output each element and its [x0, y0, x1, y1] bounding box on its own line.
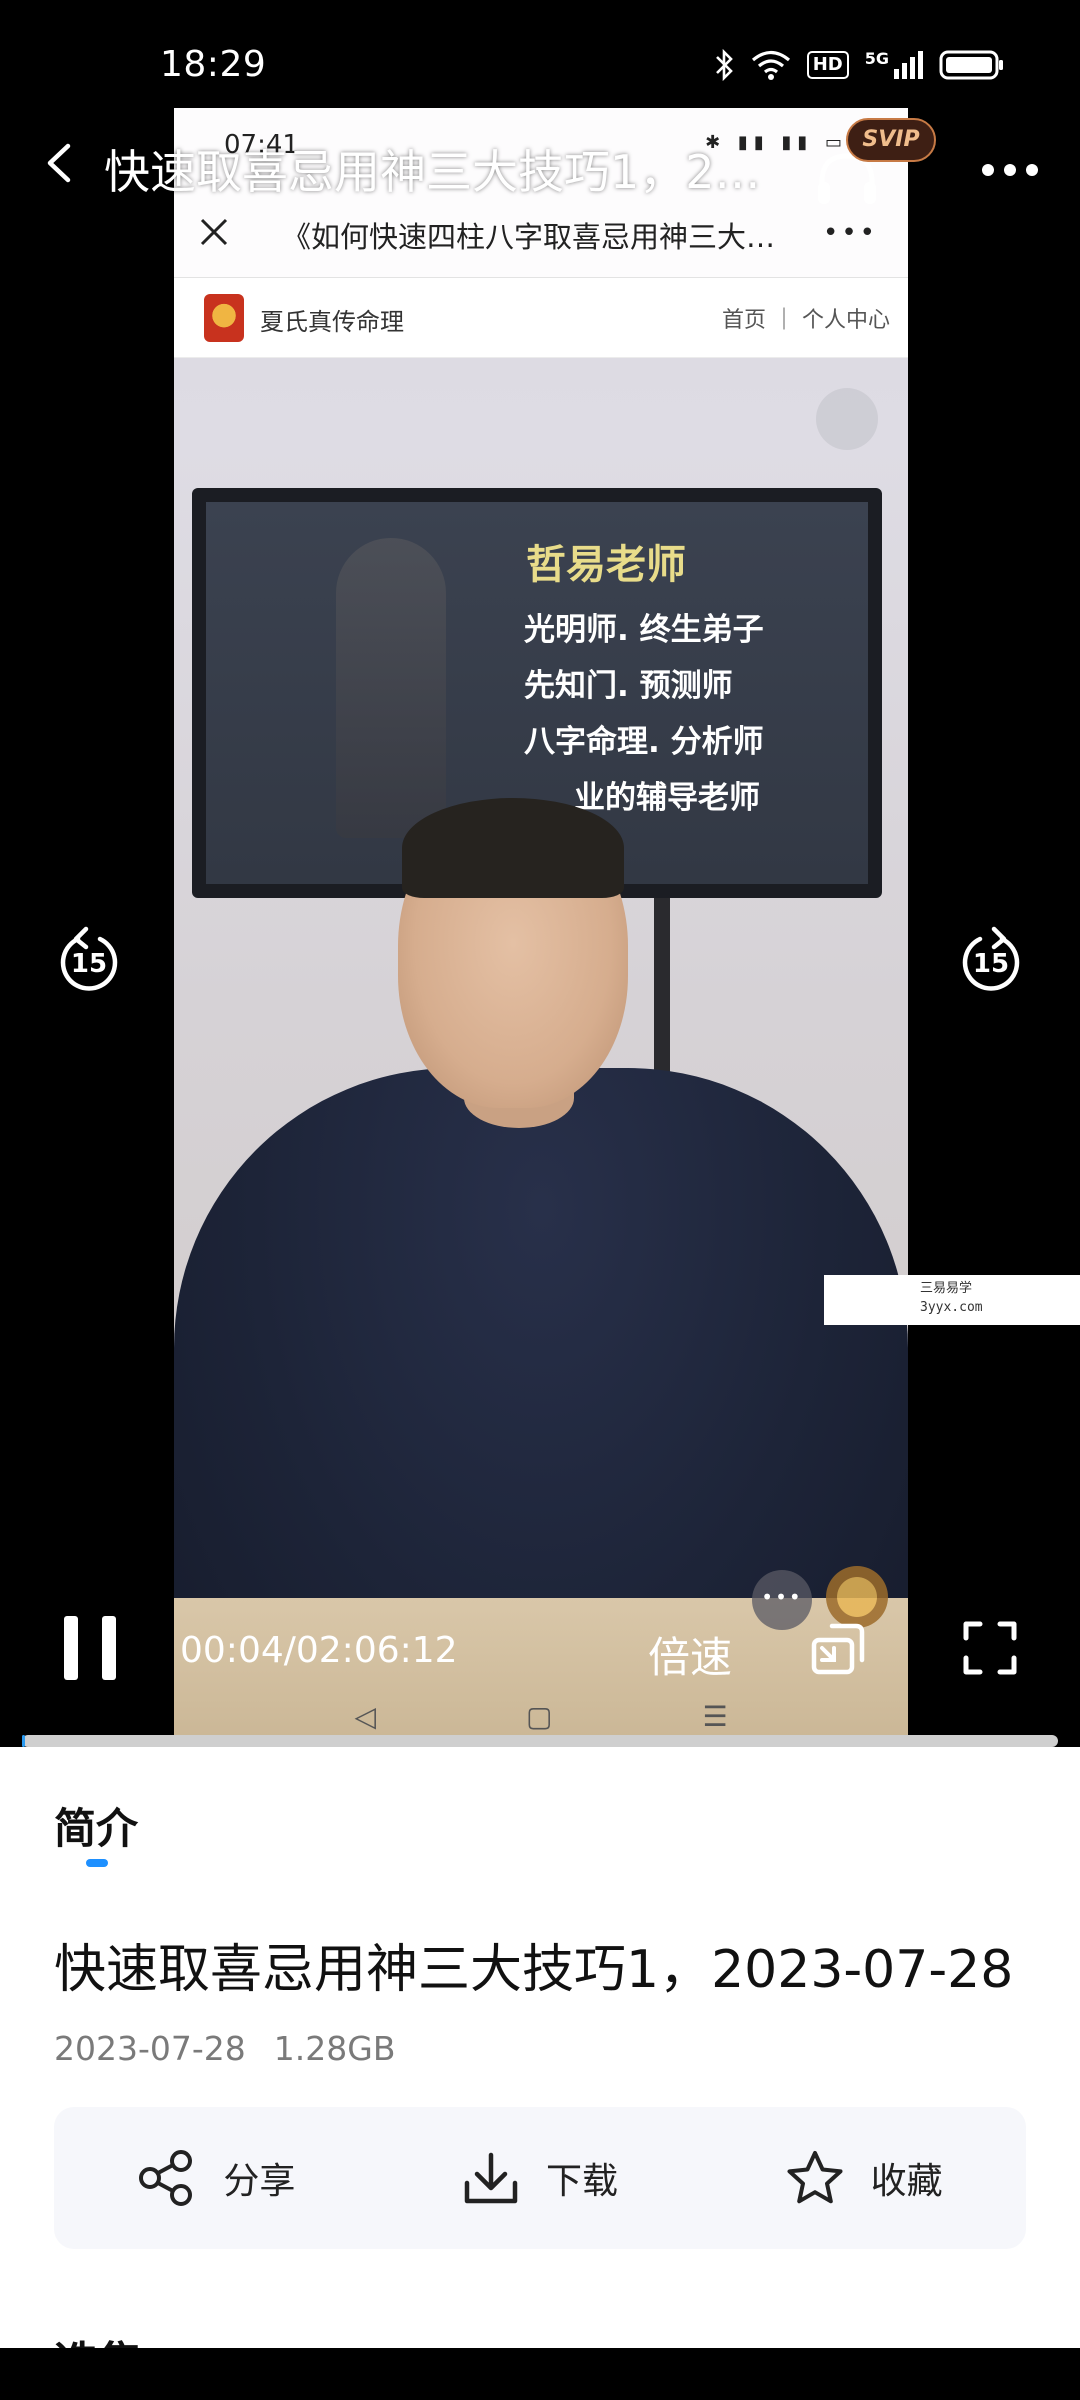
progress-fill — [22, 1735, 26, 1747]
more-options-icon[interactable] — [980, 162, 1040, 178]
monitor-line: 先知门. 预测师 — [524, 668, 733, 704]
download-button[interactable]: 下载 — [462, 2149, 618, 2207]
forward-15-button[interactable]: 15 — [958, 925, 1024, 995]
star-icon — [787, 2151, 843, 2204]
video-title: 快速取喜忌用神三大技巧1，2023-07-28 — [54, 1940, 1014, 2000]
video-player-screen: 18:29 HD 5G 07:41 ✱ ▮▮ ▮▮ ▭ 《如何快速四柱八字取喜忌… — [0, 0, 1080, 2400]
video-frame[interactable]: 07:41 ✱ ▮▮ ▮▮ ▭ 《如何快速四柱八字取喜忌用神三大… ••• 夏氏… — [174, 108, 908, 1745]
watermark: 三易易学 3yyx.com — [824, 1275, 1080, 1325]
recorded-refresh-icon — [816, 388, 878, 450]
time-readout: 00:04/02:06:12 — [180, 1630, 458, 1671]
video-size: 1.28GB — [273, 2029, 396, 2068]
svip-badge[interactable]: SVIP — [846, 118, 936, 162]
hd-badge: HD — [806, 51, 849, 79]
battery-icon — [939, 50, 1003, 80]
favorite-button[interactable]: 收藏 — [785, 2149, 943, 2207]
favorite-label: 收藏 — [870, 2161, 943, 2202]
video-date: 2023-07-28 — [54, 2029, 246, 2068]
playback-speed-button[interactable]: 倍速 — [648, 1624, 732, 1685]
picture-in-picture-icon[interactable] — [810, 1620, 868, 1678]
player-title: 快速取喜忌用神三大技巧1，2… — [104, 145, 761, 199]
recorded-site-logo — [204, 294, 244, 342]
status-icons: HD 5G — [713, 48, 1005, 82]
fullscreen-icon[interactable] — [962, 1620, 1018, 1676]
share-label: 分享 — [223, 2161, 296, 2202]
network-5g-icon: 5G — [865, 51, 923, 79]
download-icon — [464, 2152, 518, 2204]
presenter-hair — [402, 798, 624, 898]
monitor-person-image — [336, 538, 446, 838]
monitor-line: 业的辅导老师 — [574, 780, 760, 816]
status-time: 18:29 — [160, 44, 267, 85]
monitor-title: 哲易老师 — [526, 542, 686, 588]
share-icon — [139, 2150, 193, 2206]
monitor-line: 八字命理. 分析师 — [524, 724, 764, 760]
player-top-bar: 快速取喜忌用神三大技巧1，2… SVIP — [0, 100, 1080, 240]
recorded-site-name: 夏氏真传命理 — [260, 308, 404, 336]
tab-active-indicator — [86, 1859, 108, 1867]
bluetooth-icon — [715, 48, 733, 82]
monitor-line: 光明师. 终生弟子 — [524, 612, 764, 648]
forward-seconds: 15 — [972, 949, 1010, 979]
pause-icon[interactable] — [60, 1612, 120, 1684]
progress-bar[interactable] — [22, 1735, 1058, 1747]
back-arrow-icon[interactable] — [40, 140, 80, 186]
recorded-site-links: 首页 ｜ 个人中心 — [722, 308, 890, 333]
action-bar: 分享 下载 收藏 — [54, 2107, 1026, 2249]
bottom-edge — [0, 2348, 1080, 2400]
share-button[interactable]: 分享 — [137, 2149, 295, 2207]
recorded-site-bar: 夏氏真传命理 首页 ｜ 个人中心 — [174, 278, 908, 358]
player-controls: 00:04/02:06:12 倍速 — [0, 1600, 1080, 1710]
video-meta: 2023-07-28 1.28GB — [54, 2029, 395, 2068]
rewind-15-button[interactable]: 15 — [56, 925, 122, 995]
status-bar: 18:29 HD 5G — [0, 0, 1080, 100]
details-sheet: 简介 快速取喜忌用神三大技巧1，2023-07-28 2023-07-28 1.2… — [0, 1747, 1080, 2400]
video-area[interactable]: 07:41 ✱ ▮▮ ▮▮ ▭ 《如何快速四柱八字取喜忌用神三大… ••• 夏氏… — [0, 100, 1080, 1745]
rewind-seconds: 15 — [70, 949, 108, 979]
tab-intro[interactable]: 简介 — [54, 1795, 138, 1856]
download-label: 下载 — [545, 2161, 618, 2202]
wifi-icon — [751, 50, 790, 80]
